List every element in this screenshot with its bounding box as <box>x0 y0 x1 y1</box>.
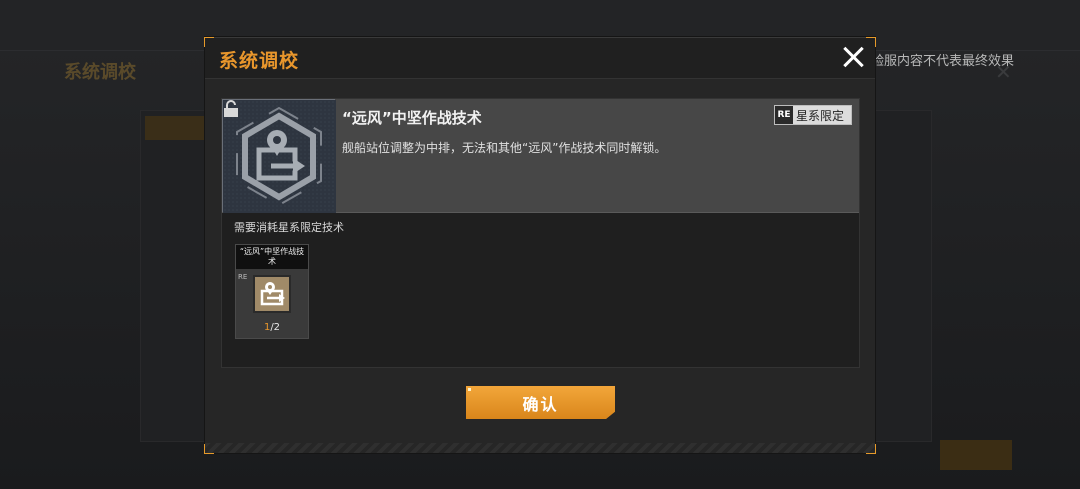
background-close-icon: ✕ <box>995 60 1012 84</box>
tech-description: 舰船站位调整为中排，无法和其他“远风”作战技术同时解锁。 <box>342 141 667 155</box>
item-name: “远风”中坚作战技术 <box>236 245 308 269</box>
item-count-required: /2 <box>270 322 281 333</box>
confirm-button[interactable]: 确认 <box>466 386 615 419</box>
background-button <box>940 440 1012 470</box>
position-shift-icon <box>223 100 336 213</box>
dialog-footer-stripe <box>205 443 875 453</box>
dialog-header: 系统调校 <box>205 38 875 79</box>
tech-name: “远风”中坚作战技术 <box>342 109 482 127</box>
close-icon[interactable] <box>840 44 866 70</box>
confirm-label: 确认 <box>522 394 559 414</box>
unlock-icon <box>224 100 238 117</box>
item-count: 1/2 <box>236 322 308 333</box>
background-title: 系统调校 <box>64 62 136 83</box>
galaxy-limited-badge: RE 星系限定 <box>774 105 852 125</box>
position-shift-icon <box>260 282 285 306</box>
item-re-mark: RE <box>238 273 248 281</box>
tech-detail-panel: “远风”中坚作战技术 舰船站位调整为中排，无法和其他“远风”作战技术同时解锁。 … <box>221 98 860 368</box>
test-server-notice: 体验服内容不代表最终效果 <box>858 54 1015 69</box>
required-item-card[interactable]: “远风”中坚作战技术 RE 1/2 <box>235 244 309 339</box>
system-tuning-dialog: 系统调校 “远风”中坚作战技术 舰船站位调整为中排，无法和其他“远风”作战技术同… <box>204 37 876 454</box>
tech-icon <box>222 99 336 213</box>
button-accent-dot <box>468 388 471 391</box>
badge-label: 星系限定 <box>796 108 845 123</box>
requirement-label: 需要消耗星系限定技术 <box>234 221 344 234</box>
dialog-title: 系统调校 <box>219 50 300 72</box>
tech-card: “远风”中坚作战技术 舰船站位调整为中排，无法和其他“远风”作战技术同时解锁。 … <box>222 99 859 213</box>
item-icon <box>253 275 291 313</box>
re-mark: RE <box>775 106 793 124</box>
